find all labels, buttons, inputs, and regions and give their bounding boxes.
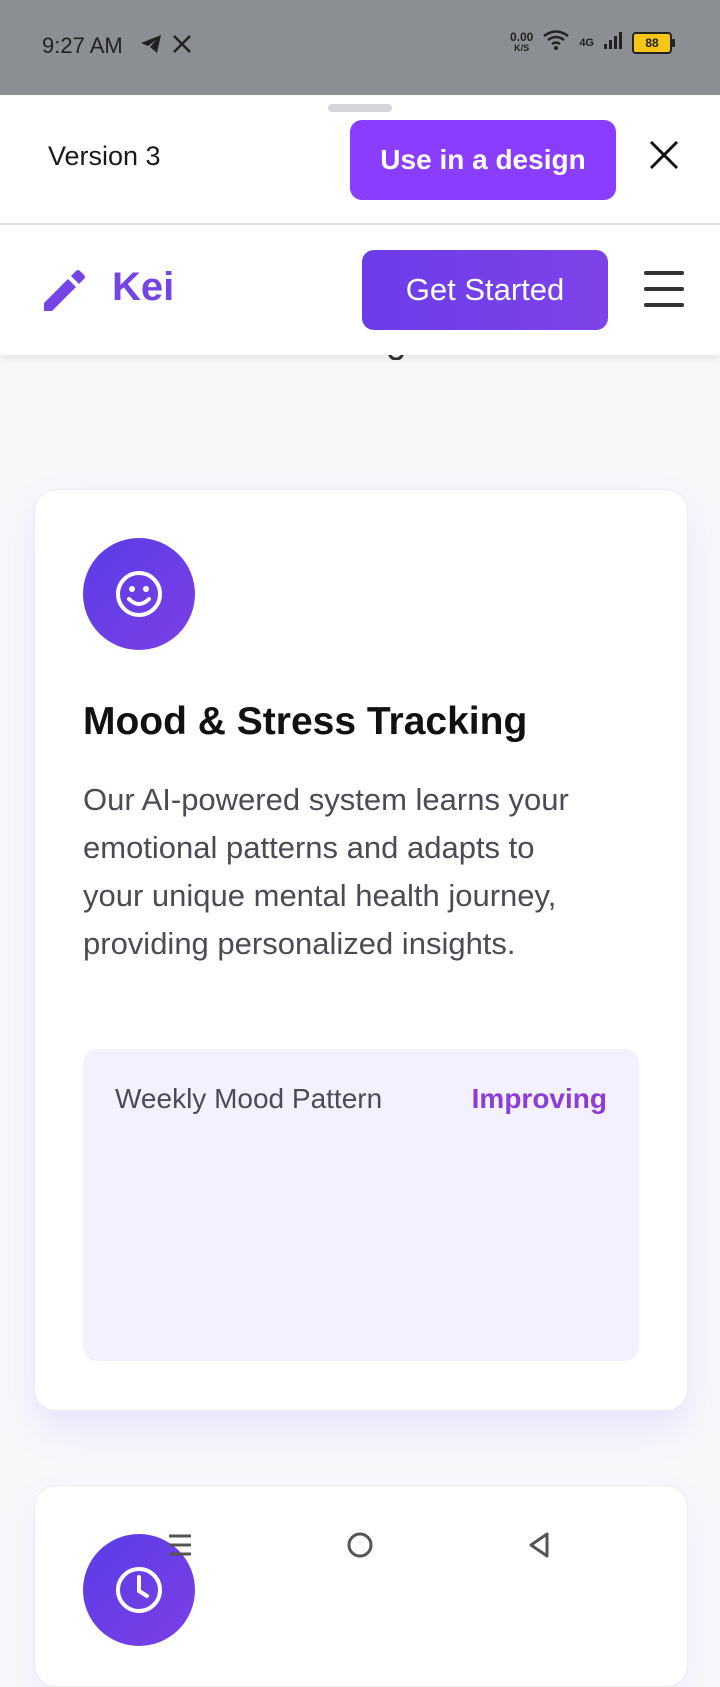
- status-time: 9:27 AM: [42, 33, 123, 58]
- signal-icon: [604, 31, 622, 54]
- weekly-mood-panel: Weekly Mood Pattern Improving: [83, 1049, 639, 1361]
- network-speed-unit: K/S: [514, 42, 530, 53]
- use-in-design-button[interactable]: Use in a design: [350, 120, 616, 200]
- home-icon: [347, 1532, 373, 1558]
- recent-apps-button[interactable]: [155, 1520, 205, 1570]
- recent-apps-icon: [169, 1534, 191, 1556]
- pencil-icon: [40, 267, 88, 320]
- menu-line: [644, 271, 684, 275]
- close-button[interactable]: [640, 131, 688, 179]
- hamburger-menu-button[interactable]: [644, 271, 684, 307]
- menu-line: [644, 303, 684, 307]
- version-bar: Version 3 Use in a design: [0, 95, 720, 225]
- drag-handle[interactable]: [328, 104, 392, 112]
- telegram-icon: [140, 34, 162, 59]
- battery-icon: 88: [632, 31, 675, 54]
- network-speed-value: 0.00: [509, 29, 534, 44]
- back-button[interactable]: [515, 1520, 565, 1570]
- version-label: Version 3: [48, 141, 161, 171]
- feature-description: Our AI-powered system learns your emotio…: [83, 782, 569, 961]
- logo-text[interactable]: Kei: [112, 265, 174, 310]
- mood-panel-label: Weekly Mood Pattern: [115, 1083, 383, 1114]
- close-icon: [649, 140, 679, 170]
- status-system-icons: 0.00 K/S 4G 88: [509, 29, 675, 55]
- network-type: 4G: [579, 36, 594, 49]
- mood-status-badge: Improving: [471, 1083, 607, 1114]
- wifi-icon: [543, 30, 570, 55]
- app-header: Kei Get Started: [0, 225, 720, 355]
- system-nav-bar: [0, 1520, 720, 1600]
- menu-line: [644, 287, 684, 291]
- network-speed: 0.00 K/S: [509, 29, 534, 54]
- home-button[interactable]: [335, 1520, 385, 1570]
- feature-title: Mood & Stress Tracking: [83, 700, 528, 743]
- status-notification-icons: [140, 34, 192, 59]
- status-bar: 9:27 AM 0.00 K/S 4G 88: [0, 0, 720, 95]
- back-icon: [529, 1532, 549, 1558]
- get-started-button[interactable]: Get Started: [362, 250, 608, 330]
- x-logo-icon: [172, 34, 192, 59]
- feature-card-mood: Mood & Stress Tracking Our AI-powered sy…: [34, 489, 688, 1411]
- feature-icon-circle: [83, 538, 195, 650]
- smile-icon: [116, 571, 162, 617]
